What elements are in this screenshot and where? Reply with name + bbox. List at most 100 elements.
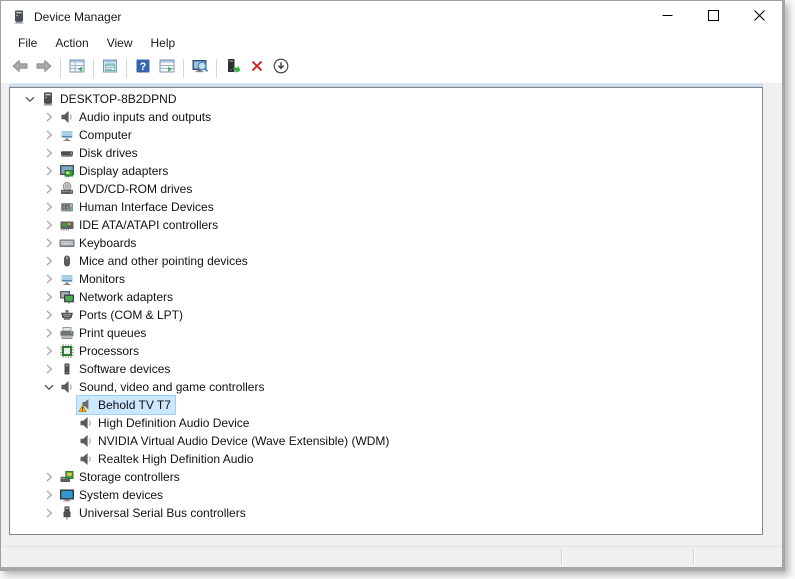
tree-item-label: NVIDIA Virtual Audio Device (Wave Extens… bbox=[98, 434, 389, 448]
tree-item-audio-inputs-and-outputs[interactable]: Audio inputs and outputs bbox=[10, 108, 762, 126]
tree-item-label: Mice and other pointing devices bbox=[79, 254, 248, 268]
chevron-collapsed-icon[interactable] bbox=[39, 325, 58, 341]
tree-item-ide-ata-atapi-controllers[interactable]: IDE ATA/ATAPI controllers bbox=[10, 216, 762, 234]
tree-item-universal-serial-bus-controllers[interactable]: Universal Serial Bus controllers bbox=[10, 504, 762, 522]
chevron-collapsed-icon[interactable] bbox=[39, 127, 58, 143]
action-pane-button[interactable] bbox=[155, 57, 179, 81]
speaker-icon bbox=[59, 109, 75, 125]
action-pane-icon bbox=[158, 57, 176, 80]
disable-icon bbox=[272, 57, 290, 80]
chevron-collapsed-icon[interactable] bbox=[39, 145, 58, 161]
forward-button[interactable] bbox=[32, 57, 56, 81]
back-button[interactable] bbox=[8, 57, 32, 81]
uninstall-device-button[interactable] bbox=[245, 57, 269, 81]
status-bar bbox=[3, 546, 781, 567]
properties-button[interactable] bbox=[98, 57, 122, 81]
content-area: DESKTOP-8B2DPND Audio inputs and outputs C… bbox=[1, 83, 782, 567]
system-device-icon bbox=[59, 487, 75, 503]
chevron-collapsed-icon[interactable] bbox=[39, 163, 58, 179]
chevron-collapsed-icon[interactable] bbox=[39, 289, 58, 305]
chevron-collapsed-icon[interactable] bbox=[39, 109, 58, 125]
tree-item-monitors[interactable]: Monitors bbox=[10, 270, 762, 288]
chevron-collapsed-icon[interactable] bbox=[39, 307, 58, 323]
tree-item-disk-drives[interactable]: Disk drives bbox=[10, 144, 762, 162]
menu-view[interactable]: View bbox=[98, 33, 142, 53]
tree-item-human-interface-devices[interactable]: Human Interface Devices bbox=[10, 198, 762, 216]
keyboard-icon bbox=[59, 235, 75, 251]
tree-item-label: Computer bbox=[79, 128, 132, 142]
tree-item-processors[interactable]: Processors bbox=[10, 342, 762, 360]
tree-item-sound-video-and-game-controllers[interactable]: Sound, video and game controllers bbox=[10, 378, 762, 396]
display-adapter-icon bbox=[59, 163, 75, 179]
tree-item-label: Monitors bbox=[79, 272, 125, 286]
tree-item-high-definition-audio-device[interactable]: High Definition Audio Device bbox=[10, 414, 762, 432]
tree-item-label: DESKTOP-8B2DPND bbox=[60, 92, 176, 106]
show-console-tree-button[interactable] bbox=[65, 57, 89, 81]
speaker-icon bbox=[59, 379, 75, 395]
chevron-collapsed-icon[interactable] bbox=[39, 199, 58, 215]
tree-item-display-adapters[interactable]: Display adapters bbox=[10, 162, 762, 180]
window-controls bbox=[644, 1, 782, 32]
chevron-collapsed-icon[interactable] bbox=[39, 487, 58, 503]
speaker-icon bbox=[78, 415, 94, 431]
chevron-collapsed-icon[interactable] bbox=[39, 181, 58, 197]
tree-item-nvidia-virtual-audio-device-wave-extensible-wdm[interactable]: NVIDIA Virtual Audio Device (Wave Extens… bbox=[10, 432, 762, 450]
minimize-icon bbox=[662, 8, 673, 26]
update-driver-button[interactable] bbox=[221, 57, 245, 81]
disable-device-button[interactable] bbox=[269, 57, 293, 81]
toolbar-separator bbox=[60, 59, 61, 78]
tree-item-software-devices[interactable]: Software devices bbox=[10, 360, 762, 378]
menu-action[interactable]: Action bbox=[46, 33, 97, 53]
no-expander bbox=[58, 415, 77, 431]
help-button[interactable]: ? bbox=[131, 57, 155, 81]
tree-item-network-adapters[interactable]: Network adapters bbox=[10, 288, 762, 306]
tree-item-label: Disk drives bbox=[79, 146, 138, 160]
tree-item-label: Display adapters bbox=[79, 164, 168, 178]
arrow-left-icon bbox=[11, 57, 29, 80]
tree-item-dvd-cd-rom-drives[interactable]: DVD/CD-ROM drives bbox=[10, 180, 762, 198]
printer-icon bbox=[59, 325, 75, 341]
chevron-collapsed-icon[interactable] bbox=[39, 271, 58, 287]
tree-item-label: Processors bbox=[79, 344, 139, 358]
tree-item-label: Software devices bbox=[79, 362, 170, 376]
tree-item-storage-controllers[interactable]: Storage controllers bbox=[10, 468, 762, 486]
tree-item-label: High Definition Audio Device bbox=[98, 416, 249, 430]
tree-item-system-devices[interactable]: System devices bbox=[10, 486, 762, 504]
toolbar-separator bbox=[126, 59, 127, 78]
tree-item-desktop-8b2dpnd[interactable]: DESKTOP-8B2DPND bbox=[10, 90, 762, 108]
toolbar-separator bbox=[93, 59, 94, 78]
no-expander bbox=[58, 433, 77, 449]
chevron-collapsed-icon[interactable] bbox=[39, 505, 58, 521]
update-driver-icon bbox=[224, 57, 242, 80]
tree-item-label: Network adapters bbox=[79, 290, 173, 304]
tree-item-print-queues[interactable]: Print queues bbox=[10, 324, 762, 342]
chevron-expanded-icon[interactable] bbox=[39, 379, 58, 395]
chevron-collapsed-icon[interactable] bbox=[39, 235, 58, 251]
tree-item-realtek-high-definition-audio[interactable]: Realtek High Definition Audio bbox=[10, 450, 762, 468]
mouse-icon bbox=[59, 253, 75, 269]
tree-item-ports-com-lpt[interactable]: Ports (COM & LPT) bbox=[10, 306, 762, 324]
chevron-collapsed-icon[interactable] bbox=[39, 253, 58, 269]
tree-item-label: Print queues bbox=[79, 326, 146, 340]
tree-item-label: Sound, video and game controllers bbox=[79, 380, 264, 394]
menu-help[interactable]: Help bbox=[142, 33, 185, 53]
chevron-collapsed-icon[interactable] bbox=[39, 469, 58, 485]
tree-item-computer[interactable]: Computer bbox=[10, 126, 762, 144]
tree-item-label: Realtek High Definition Audio bbox=[98, 452, 253, 466]
scan-hardware-changes-button[interactable] bbox=[188, 57, 212, 81]
speaker-warning-icon bbox=[78, 397, 94, 413]
menu-file[interactable]: File bbox=[9, 33, 46, 53]
tree-item-keyboards[interactable]: Keyboards bbox=[10, 234, 762, 252]
chevron-collapsed-icon[interactable] bbox=[39, 217, 58, 233]
chevron-collapsed-icon[interactable] bbox=[39, 361, 58, 377]
no-expander bbox=[58, 397, 77, 413]
toolbar-separator bbox=[216, 59, 217, 78]
maximize-button[interactable] bbox=[690, 1, 736, 32]
speaker-icon bbox=[78, 433, 94, 449]
tree-item-behold-tv-t7[interactable]: Behold TV T7 bbox=[10, 396, 762, 414]
chevron-expanded-icon[interactable] bbox=[20, 91, 39, 107]
chevron-collapsed-icon[interactable] bbox=[39, 343, 58, 359]
minimize-button[interactable] bbox=[644, 1, 690, 32]
close-button[interactable] bbox=[736, 1, 782, 32]
tree-item-mice-and-other-pointing-devices[interactable]: Mice and other pointing devices bbox=[10, 252, 762, 270]
